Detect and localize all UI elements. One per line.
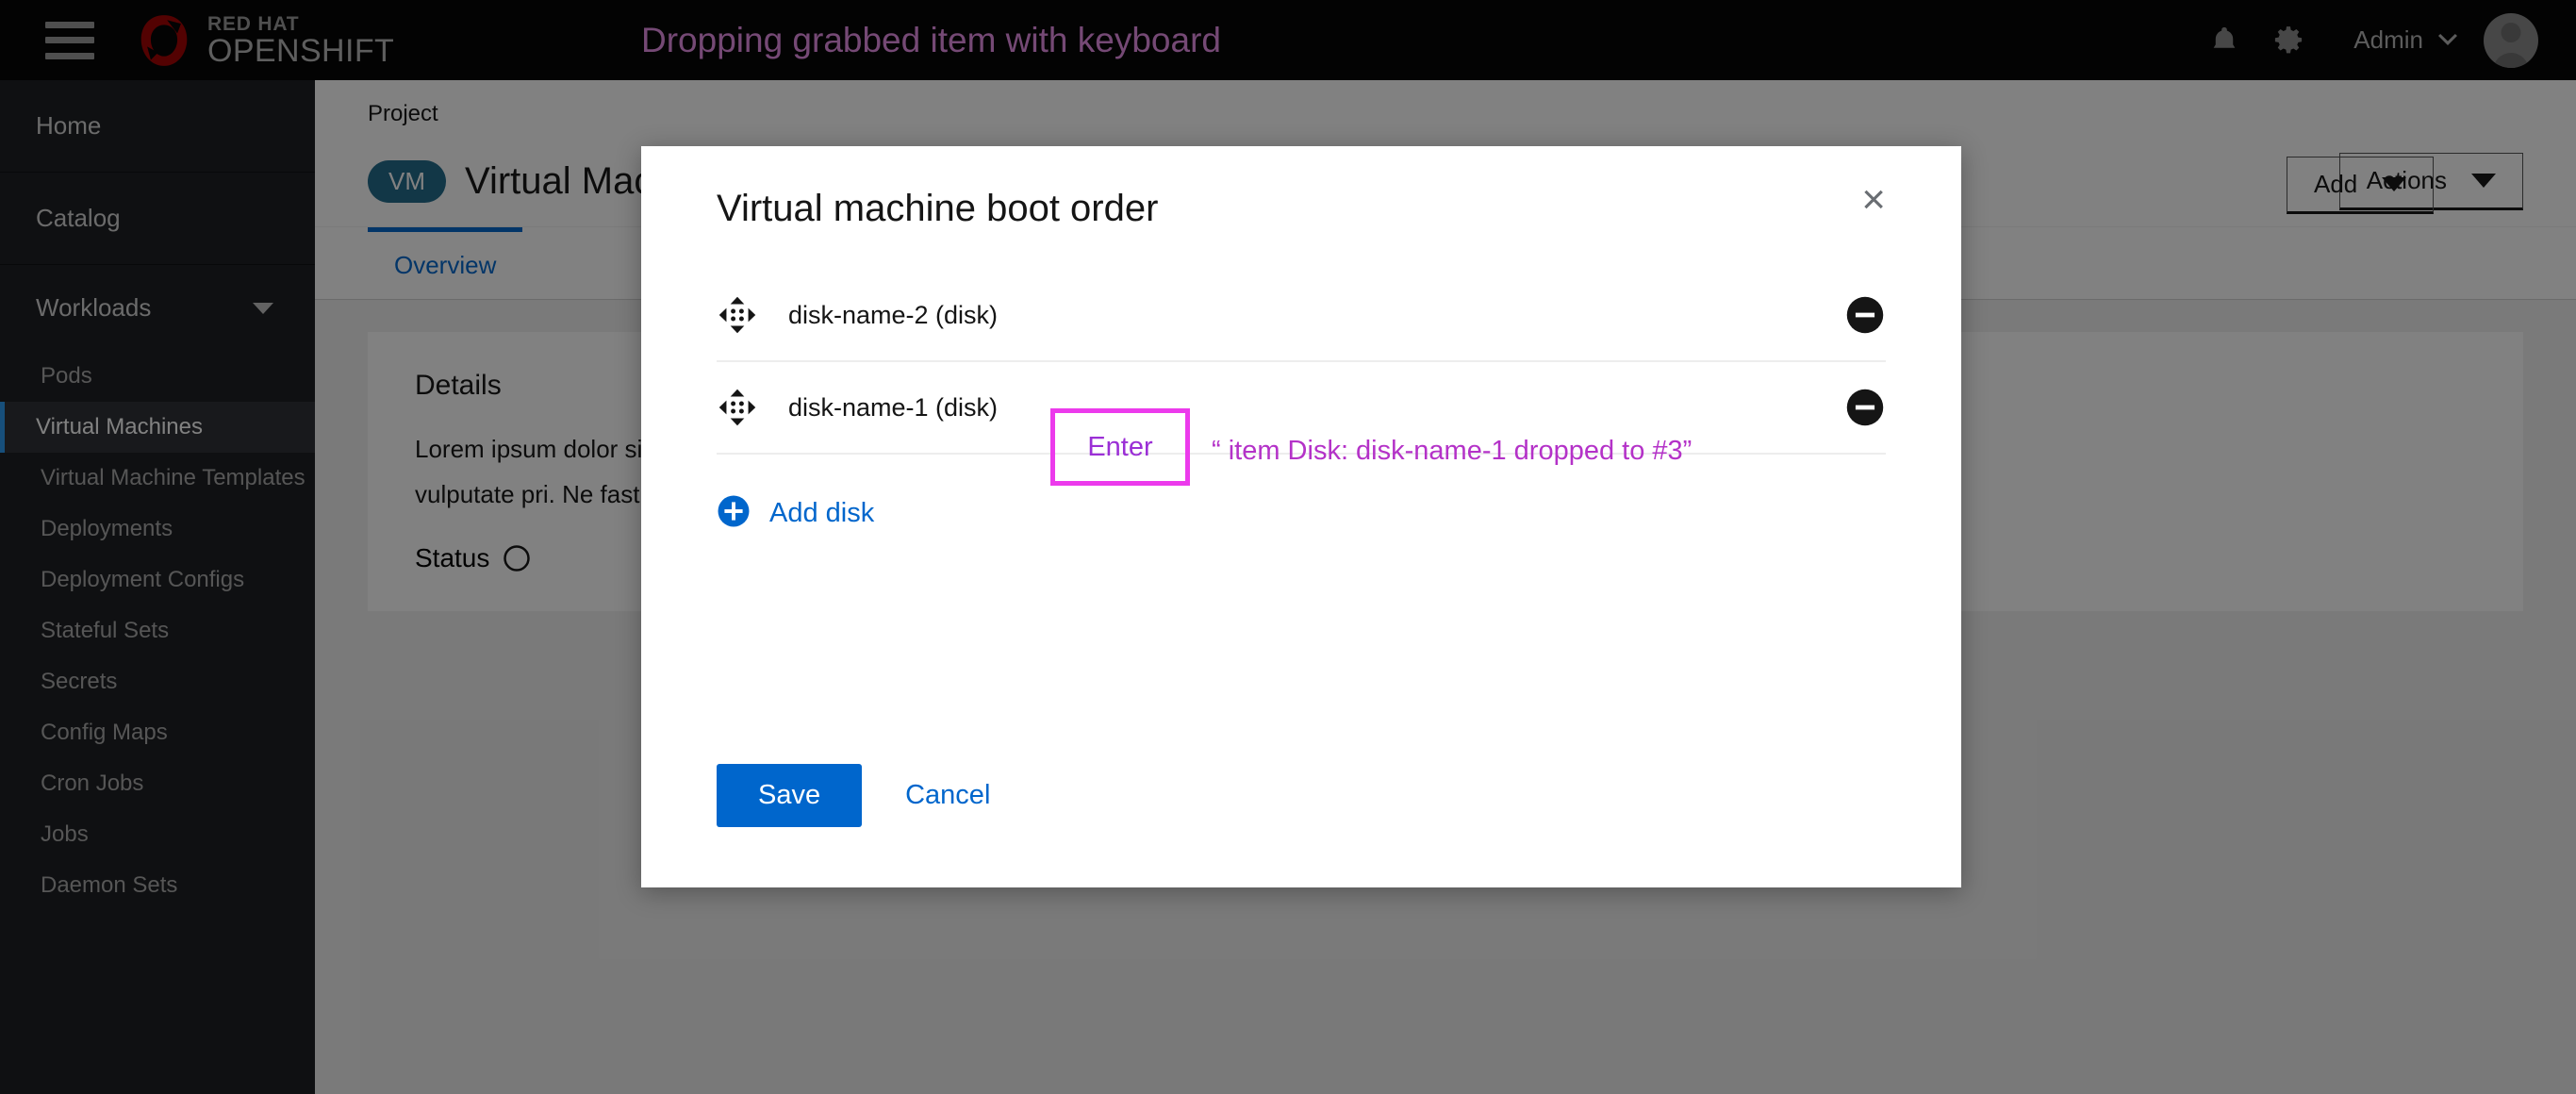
modal-title: Virtual machine boot order [717,188,1159,229]
add-disk-button[interactable]: Add disk [717,494,1886,533]
arrows-alt-icon[interactable] [717,387,758,428]
cancel-button[interactable]: Cancel [890,764,1005,827]
modal-header: Virtual machine boot order × [641,146,1961,230]
modal-footer: Save Cancel [641,764,1961,887]
modal-body: disk-name-2 (disk) disk-name-1 (disk) Ad… [641,230,1961,533]
boot-order-modal: Virtual machine boot order × disk-name-2… [641,146,1961,887]
boot-order-row: disk-name-2 (disk) [717,270,1886,362]
boot-order-item-label: disk-name-2 (disk) [788,300,999,329]
close-icon[interactable]: × [1861,178,1886,221]
keyboard-key-label: Enter [1087,431,1153,462]
screen-reader-announcement: “ item Disk: disk-name-1 dropped to #3” [1212,436,1693,466]
plus-circle-icon [717,494,751,533]
arrows-alt-icon[interactable] [717,294,758,336]
keyboard-key-annotation: Enter [1050,408,1190,486]
add-disk-label: Add disk [769,498,875,528]
save-button[interactable]: Save [717,764,863,827]
minus-circle-icon[interactable] [1844,387,1886,428]
boot-order-item-label: disk-name-1 (disk) [788,392,999,422]
minus-circle-icon[interactable] [1844,294,1886,336]
